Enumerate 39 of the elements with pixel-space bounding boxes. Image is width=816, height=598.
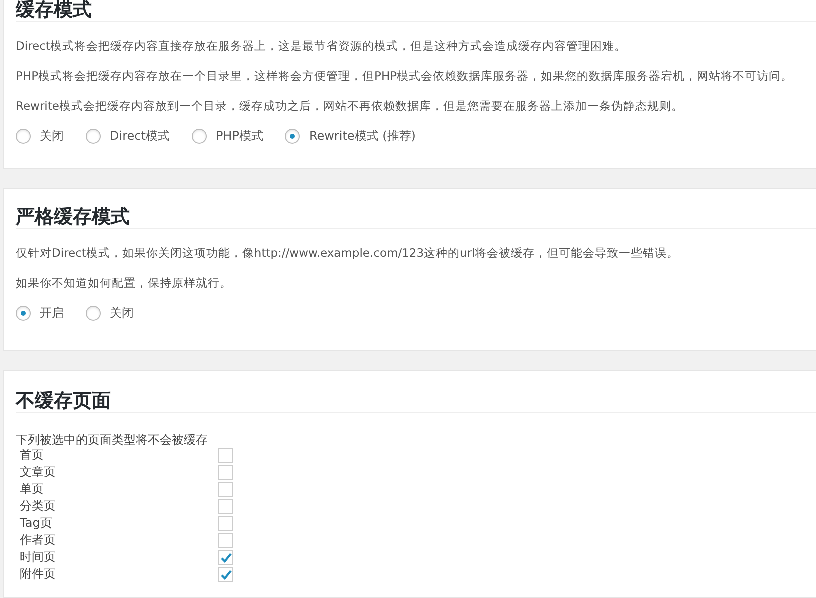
radio-label: 关闭 (110, 305, 134, 322)
radio-label: PHP模式 (216, 128, 264, 145)
description-text: Rewrite模式会把缓存内容放到一个目录，缓存成功之后，网站不再依赖数据库，但是您需要在服务器上添加一条伪静态规则。 (16, 100, 684, 112)
description-text: 如果你不知道如何配置，保持原样就行。 (16, 277, 233, 289)
description-text: PHP模式将会把缓存内容存放在一个目录里，这样将会方便管理，但PHP模式会依赖数据库服务器，如果您的数据库服务器宕机，网站将不可访问。 (16, 70, 794, 82)
checkmark-icon (220, 552, 232, 564)
checkbox[interactable] (218, 499, 233, 514)
radio-button[interactable] (192, 129, 207, 144)
page-type-label: 附件页 (20, 566, 57, 583)
radio-label: Direct模式 (110, 128, 170, 145)
checkbox[interactable] (218, 550, 233, 565)
section-title: 严格缓存模式 (16, 207, 816, 229)
checkbox[interactable] (218, 448, 233, 463)
checkbox[interactable] (218, 533, 233, 548)
radio-button[interactable] (86, 129, 101, 144)
section-title: 不缓存页面 (16, 391, 816, 413)
page-type-label: Tag页 (20, 515, 54, 532)
section-title: 缓存模式 (16, 0, 816, 22)
checkbox[interactable] (218, 482, 233, 497)
page-type-label: 文章页 (20, 464, 57, 481)
checkmark-icon (220, 568, 232, 580)
description-text: Direct模式将会把缓存内容直接存放在服务器上，这是最节省资源的模式，但是这种方式会造成缓存内容管理困难。 (16, 40, 628, 52)
page-type-label: 作者页 (20, 532, 57, 549)
caption-text: 下列被选中的页面类型将不会被缓存 (16, 433, 209, 447)
radio-label: 开启 (40, 305, 64, 322)
checkbox[interactable] (218, 465, 233, 480)
checkbox[interactable] (218, 567, 233, 582)
checkbox[interactable] (218, 516, 233, 531)
radio-button[interactable] (285, 129, 300, 144)
radio-button[interactable] (16, 306, 31, 321)
radio-label: 关闭 (40, 128, 64, 145)
radio-label: Rewrite模式 (推荐) (309, 128, 416, 145)
page-type-label: 分类页 (20, 498, 57, 515)
description-text: 仅针对Direct模式，如果你关闭这项功能，像http://www.example.com/123这种的url将会被缓存，但可能会导致一些错误。 (16, 247, 680, 259)
page-type-label: 单页 (20, 481, 45, 498)
page-type-label: 时间页 (20, 549, 57, 566)
page-type-label: 首页 (20, 447, 45, 464)
radio-button[interactable] (16, 129, 31, 144)
radio-button[interactable] (86, 306, 101, 321)
